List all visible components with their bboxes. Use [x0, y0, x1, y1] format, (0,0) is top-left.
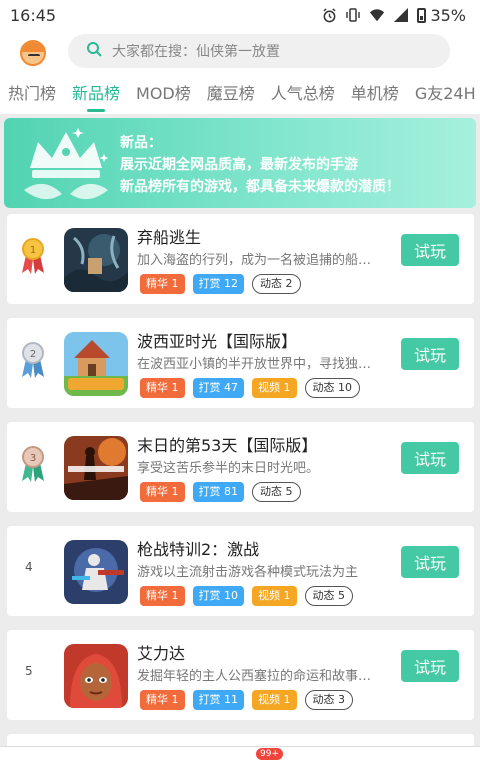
notification-badge: 99+ — [256, 748, 283, 760]
search-placeholder: 大家都在搜：仙侠第一放置 — [112, 44, 280, 60]
search-bar[interactable]: 大家都在搜：仙侠第一放置 — [68, 34, 450, 68]
game-icon-portia — [64, 332, 128, 396]
try-play-button[interactable]: 试玩 — [401, 650, 459, 682]
header: 大家都在搜：仙侠第一放置 — [0, 30, 480, 74]
gold-medal-icon: 1 — [19, 236, 47, 276]
try-play-button[interactable]: 试玩 — [401, 546, 459, 578]
alarm-icon — [321, 7, 337, 23]
rank-number: 3 — [30, 453, 36, 464]
tab-hot[interactable]: 热门榜 — [0, 74, 64, 114]
game-tags: 精华 1 打赏 81 动态 5 — [140, 482, 301, 502]
game-description: 加入海盗的行列，成为一名被追捕的船… — [137, 253, 372, 268]
banner-text: 新品： 展示近期全网品质高，最新发布的手游 新品榜所有的游戏，都具备未来爆款的潜… — [120, 132, 400, 198]
ranking-tabs: 热门榜 新品榜 MOD榜 魔豆榜 人气总榜 单机榜 G友24H — [0, 74, 480, 114]
game-title[interactable]: 末日的第53天【国际版】 — [137, 432, 317, 456]
bottom-navigation — [0, 746, 480, 760]
tag-posts: 动态 2 — [252, 274, 301, 294]
game-description: 游戏以主流射击游戏各种模式玩法为主 — [137, 565, 359, 580]
tag-reward: 打赏 10 — [192, 586, 244, 606]
rank-number: 4 — [25, 560, 33, 574]
tag-video: 视频 1 — [252, 586, 297, 606]
game-icon-abandon-ship — [64, 228, 128, 292]
vibrate-icon — [345, 7, 361, 23]
try-play-button[interactable]: 试玩 — [401, 338, 459, 370]
game-title[interactable]: 弃船逃生 — [137, 224, 201, 248]
game-card[interactable]: 3 末日的第53天【国际版】 享受这苦乐参半的末日时光吧。 精华 1 打赏 81… — [7, 422, 474, 512]
status-bar: 16:45 35% — [0, 0, 480, 30]
tag-video: 视频 1 — [252, 690, 297, 710]
game-tags: 精华 1 打赏 10 视频 1 动态 5 — [140, 586, 353, 606]
game-tags: 精华 1 打赏 11 视频 1 动态 3 — [140, 690, 353, 710]
game-icon-day-53 — [64, 436, 128, 500]
search-icon — [86, 41, 102, 61]
game-card[interactable]: 2 波西亚时光【国际版】 在波西亚小镇的半开放世界中，寻找独… 精华 1 打赏 … — [7, 318, 474, 408]
tag-essence: 精华 1 — [140, 586, 185, 606]
game-title[interactable]: 艾力达 — [137, 640, 185, 664]
game-icon-alida — [64, 644, 128, 708]
tag-posts: 动态 5 — [304, 586, 353, 606]
game-description: 在波西亚小镇的半开放世界中，寻找独… — [137, 357, 372, 372]
rank-number: 2 — [30, 349, 36, 360]
silver-medal-icon: 2 — [19, 340, 47, 380]
battery-indicator: 35% — [417, 6, 466, 25]
tag-reward: 打赏 81 — [192, 482, 244, 502]
tab-mod[interactable]: MOD榜 — [128, 74, 199, 114]
tag-posts: 动态 5 — [252, 482, 301, 502]
new-games-banner: 新品： 展示近期全网品质高，最新发布的手游 新品榜所有的游戏，都具备未来爆款的潜… — [4, 118, 476, 208]
tag-essence: 精华 1 — [140, 690, 185, 710]
banner-line-2: 新品榜所有的游戏，都具备未来爆款的潜质！ — [120, 179, 400, 195]
rank-number: 1 — [30, 245, 36, 256]
battery-icon — [417, 7, 427, 23]
tab-popular[interactable]: 人气总榜 — [263, 74, 343, 114]
wifi-icon — [369, 7, 385, 23]
status-time: 16:45 — [10, 5, 57, 25]
tab-g-friends[interactable]: G友24H — [407, 74, 480, 114]
tab-new[interactable]: 新品榜 — [64, 74, 128, 114]
game-tags: 精华 1 打赏 12 动态 2 — [140, 274, 301, 294]
tag-posts: 动态 10 — [304, 378, 360, 398]
crown-icon — [24, 128, 109, 200]
tab-single-player[interactable]: 单机榜 — [343, 74, 407, 114]
try-play-button[interactable]: 试玩 — [401, 442, 459, 474]
game-title[interactable]: 波西亚时光【国际版】 — [137, 328, 297, 352]
game-title[interactable]: 枪战特训2：激战 — [137, 536, 259, 560]
battery-level: 35% — [430, 5, 466, 25]
tag-posts: 动态 3 — [304, 690, 353, 710]
tag-reward: 打赏 11 — [192, 690, 244, 710]
tag-reward: 打赏 12 — [192, 274, 244, 294]
tag-essence: 精华 1 — [140, 482, 185, 502]
banner-line-1: 展示近期全网品质高，最新发布的手游 — [120, 157, 358, 173]
game-card[interactable]: 1 弃船逃生 加入海盗的行列，成为一名被追捕的船… 精华 1 打赏 12 动态 … — [7, 214, 474, 304]
tag-reward: 打赏 47 — [192, 378, 244, 398]
game-icon-gun-training — [64, 540, 128, 604]
banner-title: 新品： — [120, 135, 162, 151]
tag-essence: 精华 1 — [140, 378, 185, 398]
signal-icon — [393, 7, 409, 23]
try-play-button[interactable]: 试玩 — [401, 234, 459, 266]
status-icons: 35% — [321, 6, 466, 25]
game-card[interactable]: 5 艾力达 发掘年轻的主人公西塞拉的命运和故事… 精华 1 打赏 11 视频 1… — [7, 630, 474, 720]
game-tags: 精华 1 打赏 47 视频 1 动态 10 — [140, 378, 360, 398]
bronze-medal-icon: 3 — [19, 444, 47, 484]
user-avatar[interactable] — [20, 40, 46, 66]
game-description: 发掘年轻的主人公西塞拉的命运和故事… — [137, 669, 372, 684]
rank-number: 5 — [25, 664, 33, 678]
tag-video: 视频 1 — [252, 378, 297, 398]
tab-modou[interactable]: 魔豆榜 — [199, 74, 263, 114]
tag-essence: 精华 1 — [140, 274, 185, 294]
game-card[interactable]: 4 枪战特训2：激战 游戏以主流射击游戏各种模式玩法为主 精华 1 打赏 10 … — [7, 526, 474, 616]
game-description: 享受这苦乐参半的末日时光吧。 — [137, 461, 320, 476]
